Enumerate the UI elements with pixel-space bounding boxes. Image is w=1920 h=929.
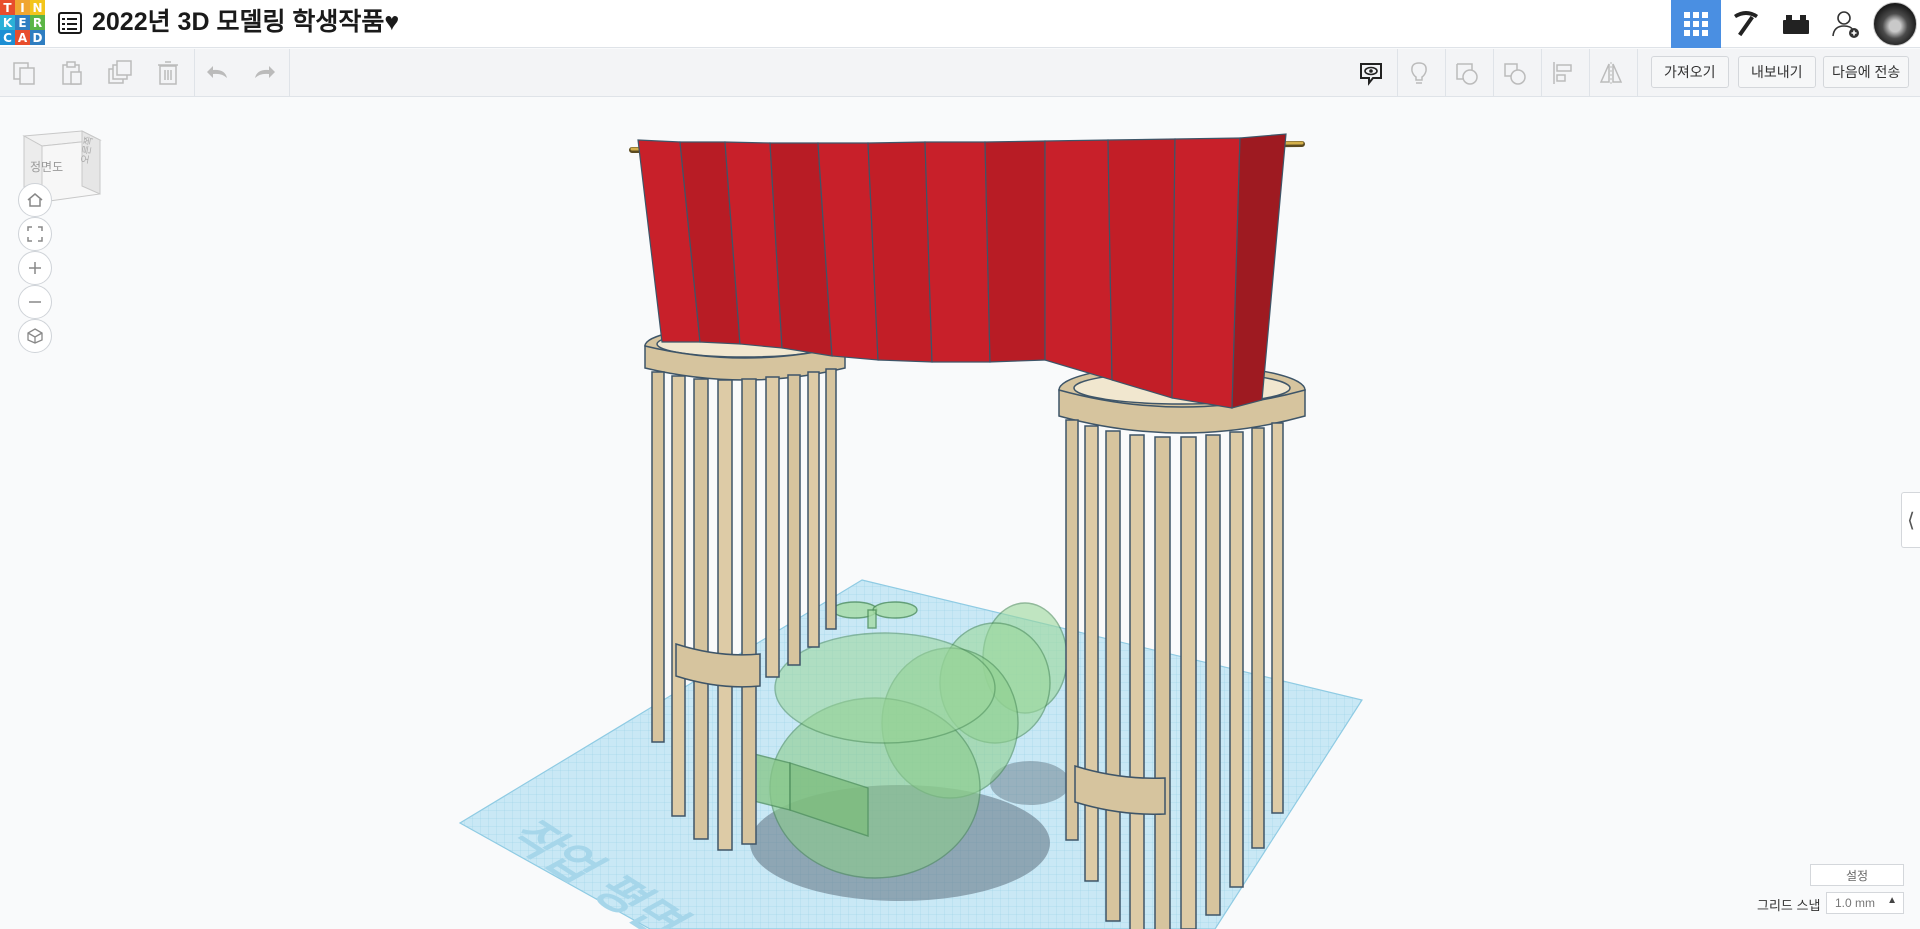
fit-view-button[interactable]: [18, 217, 52, 251]
grid-snap-value: 1.0 mm: [1835, 896, 1876, 910]
tinkercad-logo[interactable]: TINKERCAD: [0, 0, 45, 45]
blocks-view-button[interactable]: [1721, 0, 1771, 48]
mirror-icon[interactable]: [1597, 59, 1625, 87]
home-icon: [27, 193, 43, 207]
grid-icon: [1684, 12, 1708, 36]
bricks-view-button[interactable]: [1771, 0, 1821, 48]
cube-icon: [27, 328, 43, 344]
minus-icon: [29, 301, 41, 303]
3d-viewport[interactable]: 작업 평면 정면도 오른쪽 ⟨ 설정 그리드 스냅 1.0 mm ▲: [0, 98, 1920, 929]
brick-icon: [1783, 15, 1809, 34]
caret-up-icon: ▲: [1887, 895, 1897, 906]
pickaxe-icon: [1734, 11, 1758, 37]
edit-tools-group: [0, 49, 290, 97]
logo-letter: A: [15, 30, 30, 45]
logo-letter: I: [15, 0, 30, 15]
grid-snap-label: 그리드 스냅: [1757, 898, 1821, 913]
duplicate-icon[interactable]: [106, 59, 134, 87]
align-icon[interactable]: [1549, 59, 1577, 87]
chevron-left-icon: ⟨: [1907, 509, 1915, 532]
paste-icon[interactable]: [58, 59, 86, 87]
perspective-toggle-button[interactable]: [18, 319, 52, 353]
logo-letter: D: [30, 30, 45, 45]
design-title[interactable]: 2022년 3D 모델링 학생작품♥: [92, 7, 399, 37]
plus-icon: [29, 262, 41, 274]
top-header: TINKERCAD 2022년 3D 모델링 학생작품♥: [0, 0, 1920, 48]
ungroup-icon[interactable]: [1501, 59, 1529, 87]
user-avatar[interactable]: [1873, 2, 1917, 46]
add-user-icon: [1832, 11, 1859, 38]
view-cube-front-label[interactable]: 정면도: [30, 158, 63, 175]
zoom-in-button[interactable]: [18, 251, 52, 285]
shapes-panel-toggle[interactable]: ⟨: [1901, 492, 1920, 548]
grid-snap-select[interactable]: 1.0 mm ▲: [1826, 892, 1904, 914]
lightbulb-icon[interactable]: [1405, 59, 1433, 87]
fit-icon: [27, 226, 43, 242]
copy-icon[interactable]: [10, 59, 38, 87]
group-icon[interactable]: [1453, 59, 1481, 87]
zoom-out-button[interactable]: [18, 285, 52, 319]
logo-letter: K: [0, 15, 15, 30]
edit-toolbar: 가져오기 내보내기 다음에 전송: [0, 49, 1920, 97]
design-list-icon[interactable]: [58, 12, 82, 34]
delete-icon[interactable]: [154, 59, 182, 87]
notes-visibility-icon[interactable]: [1357, 59, 1385, 87]
redo-icon[interactable]: [250, 59, 278, 87]
import-button[interactable]: 가져오기: [1651, 56, 1729, 88]
undo-icon[interactable]: [204, 59, 232, 87]
3d-design-view-button[interactable]: [1671, 0, 1721, 48]
3d-scene[interactable]: 작업 평면: [0, 98, 1920, 929]
logo-letter: N: [30, 0, 45, 15]
export-button[interactable]: 내보내기: [1738, 56, 1816, 88]
logo-letter: T: [0, 0, 15, 15]
invite-user-button[interactable]: [1821, 0, 1871, 48]
send-to-button[interactable]: 다음에 전송: [1823, 56, 1910, 88]
logo-letter: R: [30, 15, 45, 30]
settings-button[interactable]: 설정: [1810, 864, 1904, 886]
logo-letter: E: [15, 15, 30, 30]
logo-letter: C: [0, 30, 15, 45]
home-view-button[interactable]: [18, 183, 52, 217]
